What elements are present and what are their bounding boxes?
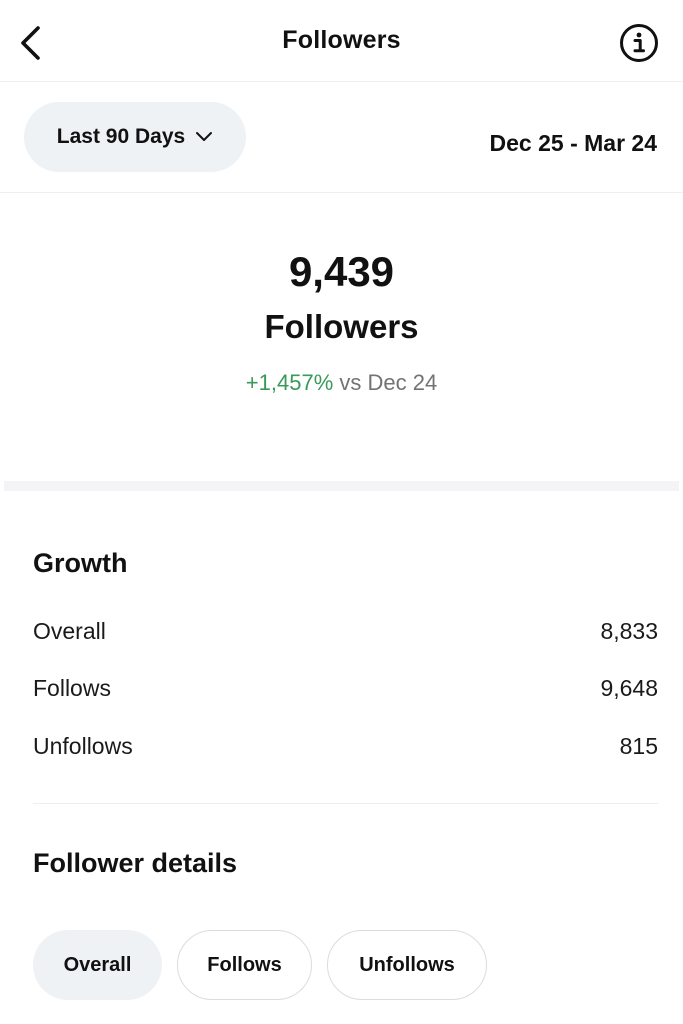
growth-row-value: 8,833 bbox=[600, 617, 658, 644]
change-comparison: vs Dec 24 bbox=[333, 370, 438, 395]
follower-summary: 9,439 Followers +1,457% vs Dec 24 bbox=[0, 194, 683, 480]
chip-overall[interactable]: Overall bbox=[33, 930, 162, 1000]
chevron-down-icon bbox=[196, 132, 213, 141]
section-divider bbox=[4, 481, 679, 491]
info-icon bbox=[620, 24, 658, 62]
growth-row-unfollows: Unfollows 815 bbox=[33, 731, 658, 761]
chip-follows[interactable]: Follows bbox=[177, 930, 312, 1000]
date-range-dropdown[interactable]: Last 90 Days bbox=[24, 102, 246, 172]
growth-row-label: Overall bbox=[33, 617, 106, 644]
date-range-text: Dec 25 - Mar 24 bbox=[489, 130, 657, 156]
top-nav-bar: Followers bbox=[0, 0, 683, 82]
chip-unfollows[interactable]: Unfollows bbox=[327, 930, 487, 1000]
growth-row-value: 9,648 bbox=[600, 674, 658, 701]
growth-heading: Growth bbox=[33, 548, 128, 578]
page-title: Followers bbox=[282, 26, 401, 54]
growth-row-value: 815 bbox=[619, 732, 658, 759]
follower-count-label: Followers bbox=[264, 308, 419, 345]
growth-row-overall: Overall 8,833 bbox=[33, 616, 658, 646]
growth-row-label: Follows bbox=[33, 674, 111, 701]
change-percentage: +1,457% bbox=[245, 370, 334, 395]
divider bbox=[33, 803, 658, 804]
follower-details-heading: Follower details bbox=[33, 848, 238, 878]
info-button[interactable] bbox=[619, 23, 659, 63]
follower-count: 9,439 bbox=[288, 248, 395, 295]
growth-row-follows: Follows 9,648 bbox=[33, 673, 658, 703]
date-range-dropdown-label: Last 90 Days bbox=[56, 125, 186, 148]
growth-row-label: Unfollows bbox=[33, 732, 133, 759]
followers-insights-screen: Followers Last 90 Days Dec 25 - Mar 24 9… bbox=[0, 0, 683, 1024]
follower-change: +1,457% vs Dec 24 bbox=[0, 370, 683, 396]
date-range-bar: Last 90 Days Dec 25 - Mar 24 bbox=[0, 82, 683, 193]
